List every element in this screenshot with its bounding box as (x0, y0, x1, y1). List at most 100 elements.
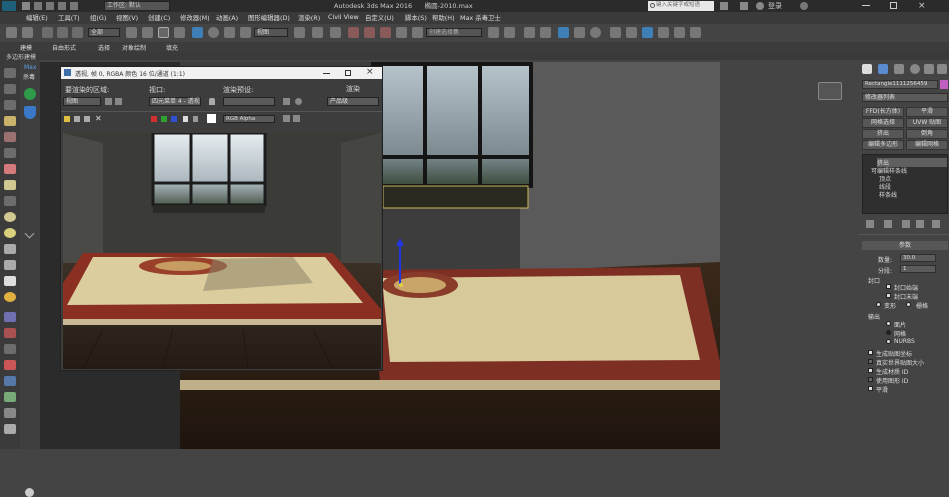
quick-open-icon[interactable] (58, 2, 66, 10)
modifier-button[interactable]: 倒角 (906, 129, 948, 139)
vray-plane-icon[interactable] (4, 344, 16, 354)
cloth-tool-icon[interactable] (4, 180, 16, 190)
sun-tool-icon[interactable] (4, 292, 16, 302)
render-active-icon[interactable] (674, 27, 685, 38)
quick-new-icon[interactable] (70, 2, 78, 10)
keyboard-shortcut-icon[interactable] (330, 27, 341, 38)
shield-icon[interactable] (24, 106, 36, 119)
star-icon[interactable] (740, 2, 748, 10)
window-crossing-icon[interactable] (174, 27, 185, 38)
link-icon[interactable] (42, 27, 53, 38)
hair-tool-icon[interactable] (4, 276, 16, 286)
menu-item[interactable]: 动画(A) (216, 13, 238, 22)
mono-icon[interactable] (193, 116, 198, 122)
menu-item[interactable]: 编辑(E) (26, 13, 48, 22)
viewcube[interactable] (818, 82, 842, 100)
copy-icon[interactable] (74, 116, 80, 122)
segments-spinner[interactable]: 1 (900, 265, 936, 273)
red-channel-icon[interactable] (151, 116, 157, 122)
undo-icon[interactable] (6, 27, 17, 38)
leaf-tool-icon[interactable] (4, 392, 16, 402)
toggle-overlay-icon[interactable] (293, 115, 300, 122)
login-link[interactable]: 登录 (768, 1, 782, 11)
grid-radio[interactable] (906, 302, 911, 307)
clear-icon[interactable]: ✕ (95, 115, 102, 123)
viewport-dropdown[interactable]: 四元菜单 4 - 透视 (149, 97, 201, 106)
modifier-button[interactable]: 平滑 (906, 107, 948, 117)
quick-undo-icon[interactable] (34, 2, 42, 10)
user-icon[interactable] (756, 2, 764, 10)
gen-map-coords-checkbox[interactable] (868, 350, 873, 355)
snap-icon[interactable] (348, 27, 359, 38)
render-setup-small-icon[interactable] (295, 98, 302, 105)
tab-modify-icon[interactable] (878, 64, 888, 74)
render-maximize-button[interactable] (345, 70, 351, 76)
ribbon-toggle-icon[interactable] (540, 27, 551, 38)
rendered-frame-window-icon[interactable] (626, 27, 637, 38)
modifier-list-dropdown[interactable]: 修改器列表 (862, 93, 948, 102)
menu-item[interactable]: Max 杀毒卫士 (460, 13, 501, 22)
rendered-frame-window[interactable]: 透视, 帧 0, RGBA 颜色 16 位/通道 (1:1) × 要渲染的区域:… (60, 66, 383, 371)
nurbs-radio[interactable] (886, 339, 891, 344)
a360-icon[interactable] (690, 27, 701, 38)
teapot-tool-icon[interactable] (4, 260, 16, 270)
kill-label[interactable]: 杀毒 (23, 72, 35, 81)
modifier-button[interactable]: 网格选择 (862, 118, 904, 128)
lock-icon[interactable] (209, 98, 215, 105)
remove-modifier-icon[interactable] (916, 220, 924, 228)
menu-item[interactable]: 图形编辑器(D) (248, 13, 290, 22)
pivot-icon[interactable] (294, 27, 305, 38)
vray-fur-icon[interactable] (4, 328, 16, 338)
sphere-tool-icon[interactable] (4, 228, 16, 238)
named-selection-dropdown[interactable]: 创建选择集 (426, 28, 482, 37)
render-production-icon[interactable] (642, 27, 653, 38)
material-editor-icon[interactable] (590, 27, 601, 38)
modifier-button[interactable]: UVW 贴图 (906, 118, 948, 128)
quick-save-icon[interactable] (22, 2, 30, 10)
menu-item[interactable]: 脚本(S) (405, 13, 427, 22)
preset-dropdown[interactable] (223, 97, 275, 106)
render-button[interactable]: 渲染 (346, 84, 360, 94)
rotate-icon[interactable] (208, 27, 219, 38)
maximize-button[interactable] (890, 2, 897, 9)
smooth-checkbox[interactable] (868, 386, 873, 391)
circle-icon[interactable] (25, 488, 34, 497)
patch-radio[interactable] (886, 321, 891, 326)
clone-icon[interactable] (64, 116, 70, 122)
render-iterative-icon[interactable] (658, 27, 669, 38)
rect-region-icon[interactable] (158, 27, 169, 38)
modifier-button[interactable]: 编辑多边形 (862, 140, 904, 150)
app-logo-icon[interactable] (2, 1, 16, 11)
redo-icon[interactable] (22, 27, 33, 38)
manipulate-icon[interactable] (312, 27, 323, 38)
tab-create-icon[interactable] (862, 64, 872, 74)
green-channel-icon[interactable] (161, 116, 167, 122)
spinner-snap-icon[interactable] (396, 27, 407, 38)
real-world-checkbox[interactable] (868, 359, 873, 364)
modifier-stack[interactable]: 挤出 可编辑样条线 顶点 线段 样条线 (862, 154, 948, 214)
delete-tool-icon[interactable] (4, 100, 16, 110)
mesh-radio[interactable] (886, 330, 891, 335)
parameters-rollout-header[interactable]: 参数 (862, 241, 948, 250)
swatch-white[interactable] (207, 114, 216, 123)
object-color-swatch[interactable] (940, 80, 948, 89)
menu-item[interactable]: 渲染(R) (298, 13, 320, 22)
help-icon[interactable] (800, 2, 808, 10)
preset-save-icon[interactable] (283, 98, 290, 105)
menu-item[interactable]: 修改器(M) (180, 13, 210, 22)
tab-hierarchy-icon[interactable] (894, 64, 904, 74)
menu-item[interactable]: 自定义(U) (365, 13, 394, 22)
menu-item[interactable]: 创建(C) (148, 13, 170, 22)
cap-end-checkbox[interactable] (886, 293, 891, 298)
search-input[interactable]: 键入关键字或短语 (648, 1, 714, 11)
blue-channel-icon[interactable] (171, 116, 177, 122)
tab-display-icon[interactable] (924, 64, 934, 74)
max-label[interactable]: Max (24, 64, 36, 71)
show-end-result-icon[interactable] (884, 220, 892, 228)
menu-item[interactable]: Civil View (328, 13, 359, 21)
move-icon[interactable] (192, 27, 203, 38)
light-tool-icon[interactable] (4, 116, 16, 126)
bind-space-warp-icon[interactable] (72, 27, 83, 38)
cap-start-checkbox[interactable] (886, 284, 891, 289)
refresh-icon[interactable] (24, 88, 36, 100)
